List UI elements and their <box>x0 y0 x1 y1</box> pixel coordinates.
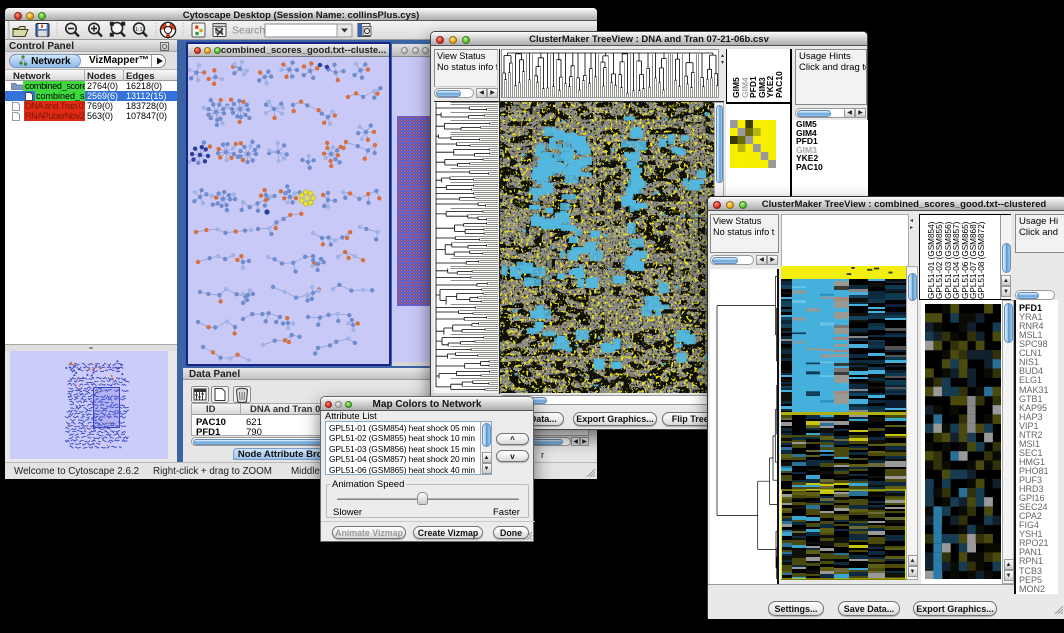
svg-text:1:1: 1:1 <box>135 27 143 33</box>
svg-text:Search:: Search: <box>232 25 268 37</box>
